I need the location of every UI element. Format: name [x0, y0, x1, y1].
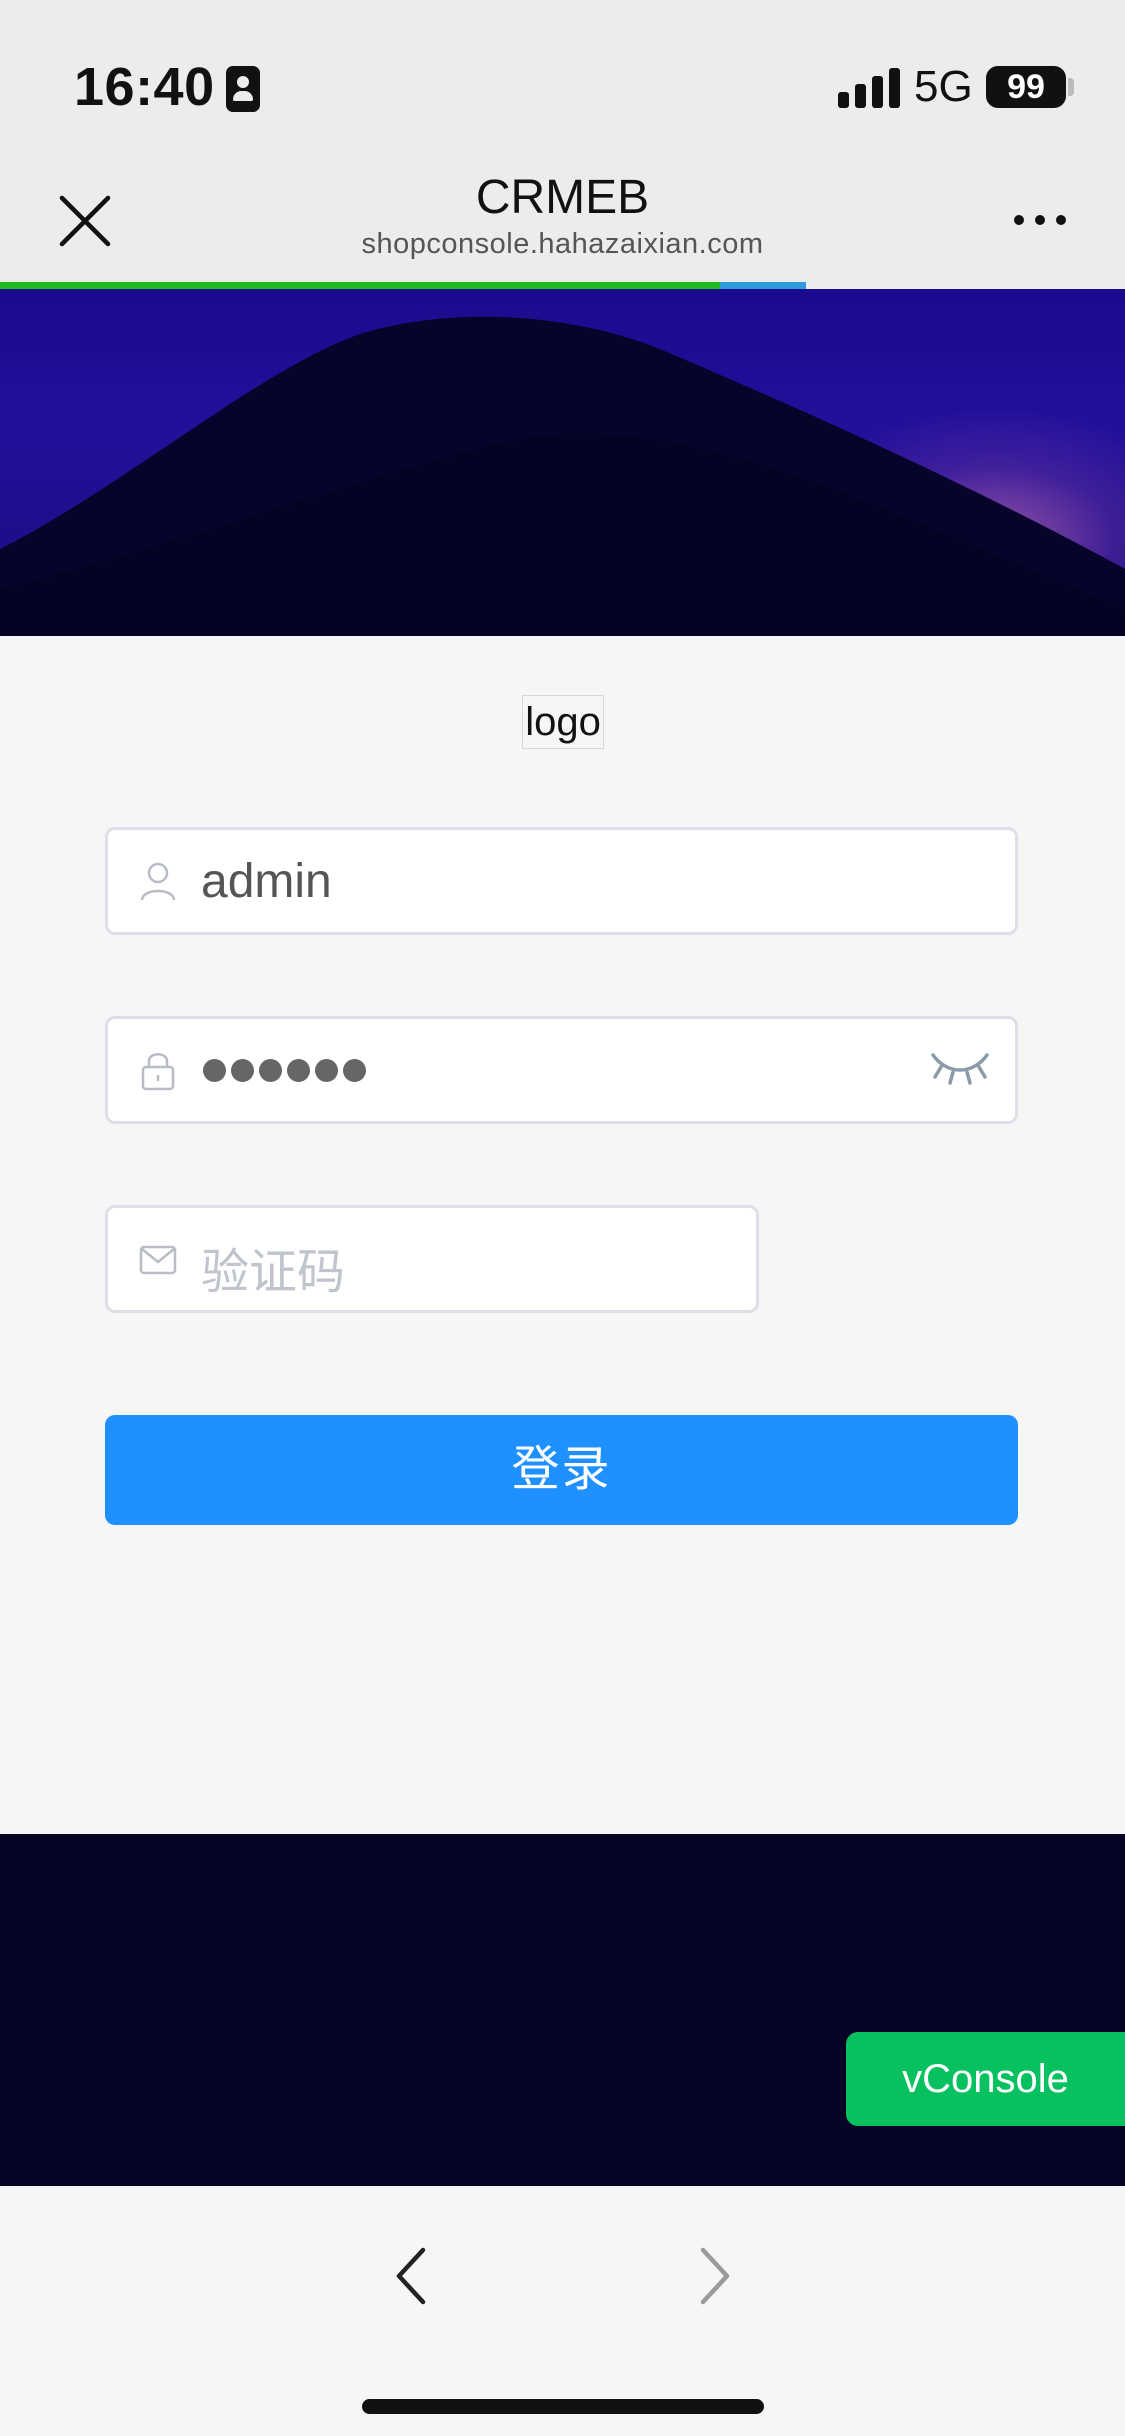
username-value: admin — [201, 855, 332, 908]
home-indicator — [362, 2399, 764, 2414]
password-field[interactable] — [105, 1016, 1018, 1124]
password-dot — [315, 1059, 338, 1082]
browser-nav-bar: CRMEB shopconsole.hahazaixian.com — [0, 150, 1125, 282]
username-field[interactable]: admin — [105, 827, 1018, 935]
mail-icon — [139, 1245, 177, 1275]
login-card: logo admin 验证码 登录 — [0, 636, 1125, 1834]
network-type: 5G — [914, 62, 973, 111]
page-url: shopconsole.hahazaixian.com — [361, 228, 764, 260]
logo-image: logo — [522, 695, 604, 749]
status-time: 16:40 — [74, 57, 215, 117]
battery-icon: 99 — [986, 66, 1066, 108]
id-badge-icon — [226, 66, 260, 112]
password-dot — [203, 1059, 226, 1082]
lock-icon — [141, 1053, 175, 1091]
password-mask — [203, 1059, 371, 1085]
mountain-silhouette — [0, 316, 1125, 649]
app-root: 16:40 5G 99 CRMEB shopconsole.hahazaixia… — [0, 0, 1125, 2436]
password-dot — [287, 1059, 310, 1082]
captcha-field[interactable]: 验证码 — [105, 1205, 759, 1313]
back-arrow-icon[interactable] — [383, 2236, 443, 2316]
page-title: CRMEB — [475, 171, 650, 224]
more-icon[interactable] — [1010, 210, 1070, 230]
password-dot — [259, 1059, 282, 1082]
password-dot — [231, 1059, 254, 1082]
password-dot — [343, 1059, 366, 1082]
status-bar: 16:40 5G 99 — [0, 0, 1125, 150]
signal-icon — [838, 66, 900, 108]
page-load-progress — [0, 282, 1125, 289]
battery-tip — [1068, 78, 1074, 96]
vconsole-button[interactable]: vConsole — [846, 2032, 1125, 2126]
progress-fill — [0, 282, 720, 289]
captcha-placeholder: 验证码 — [201, 1246, 346, 1299]
progress-glow — [720, 282, 806, 289]
user-icon — [140, 862, 176, 901]
forward-arrow-icon[interactable] — [683, 2236, 743, 2316]
eye-closed-icon[interactable] — [929, 1047, 991, 1087]
login-button[interactable]: 登录 — [105, 1415, 1018, 1525]
